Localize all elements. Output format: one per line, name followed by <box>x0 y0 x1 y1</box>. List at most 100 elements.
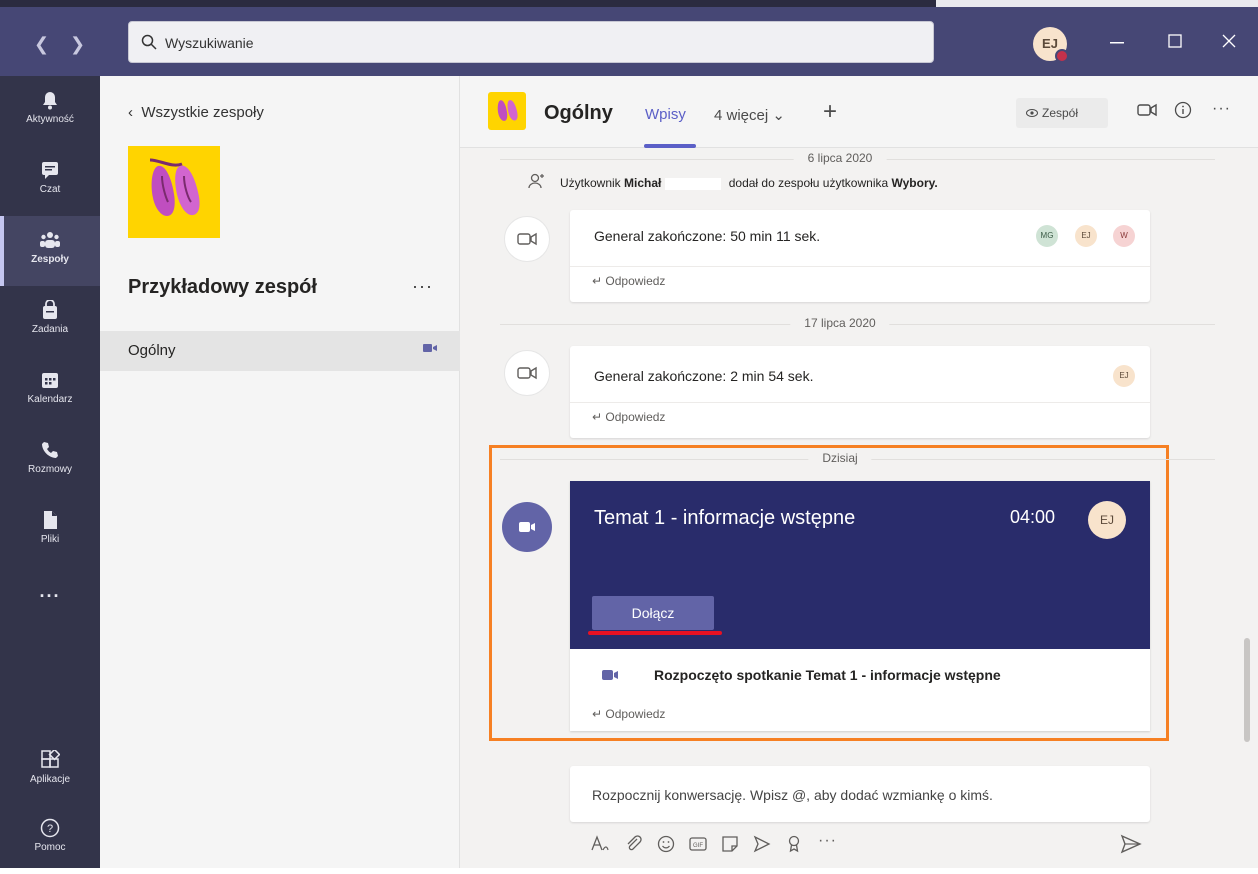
close-icon[interactable] <box>1222 34 1236 48</box>
svg-text:?: ? <box>47 823 53 835</box>
call-card: General zakończone: 2 min 54 sek. EJ ↵ O… <box>570 346 1150 438</box>
meeting-title: Temat 1 - informacje wstępne <box>594 507 856 529</box>
call-icon-circle <box>504 350 550 396</box>
meeting-icon <box>519 522 535 532</box>
meeting-started-text: Rozpoczęto spotkanie Temat 1 - informacj… <box>654 667 1001 683</box>
compose-input[interactable] <box>592 784 1132 806</box>
title-bar-top-line-right <box>936 0 1258 7</box>
gif-icon[interactable]: GIF <box>688 834 708 854</box>
rail-label: Pomoc <box>34 842 66 853</box>
main-area: Ogólny Wpisy 4 więcej ⌄ + Zespół ··· 6 l… <box>460 76 1258 868</box>
system-message-user[interactable]: Michał <box>624 176 661 190</box>
apps-icon <box>41 750 60 768</box>
rail-label: Aplikacje <box>29 774 71 785</box>
meet-now-icon[interactable] <box>752 834 772 854</box>
tab-more-dropdown[interactable]: 4 więcej ⌄ <box>714 106 785 124</box>
rail-item-calls[interactable]: Rozmowy <box>0 426 100 496</box>
info-icon[interactable] <box>1174 101 1192 119</box>
avatar[interactable]: MG <box>1036 225 1058 247</box>
system-message: Użytkownik Michał dodał do zespołu użytk… <box>560 176 938 190</box>
rail-item-assignments[interactable]: Zadania <box>0 286 100 356</box>
app-rail: Aktywność Czat Zespoły Zadania Kalendarz… <box>0 76 100 868</box>
team-more-button[interactable]: ··· <box>412 276 433 297</box>
attach-icon[interactable] <box>624 834 644 854</box>
redacted-area <box>665 177 722 190</box>
system-message-target[interactable]: Wybory. <box>892 176 938 190</box>
rail-label: Rozmowy <box>28 464 72 475</box>
search-input[interactable] <box>165 31 865 55</box>
sticker-icon[interactable] <box>720 834 740 854</box>
meet-now-icon[interactable] <box>1136 100 1158 120</box>
system-message-prefix: Użytkownik <box>560 176 621 190</box>
svg-text:GIF: GIF <box>693 843 703 849</box>
rail-item-files[interactable]: Pliki <box>0 496 100 566</box>
praise-icon[interactable] <box>784 834 804 854</box>
minimize-icon[interactable] <box>1110 42 1124 44</box>
maximize-icon[interactable] <box>1168 34 1182 48</box>
tab-active-indicator <box>644 144 696 148</box>
call-ended-icon <box>517 232 537 246</box>
feed-scrollbar[interactable] <box>1244 638 1250 742</box>
avatar[interactable]: EJ <box>1033 27 1069 63</box>
call-card: General zakończone: 50 min 11 sek. MG EJ… <box>570 210 1150 302</box>
team-button[interactable]: Zespół <box>1016 98 1108 128</box>
channel-more-button[interactable]: ··· <box>1212 100 1231 118</box>
search-box[interactable] <box>128 21 934 63</box>
tab-posts[interactable]: Wpisy <box>645 106 686 123</box>
team-name: Przykładowy zespół <box>128 276 317 298</box>
rail-label: Zespoły <box>31 254 69 265</box>
rail-item-calendar[interactable]: Kalendarz <box>0 356 100 426</box>
meeting-card: Temat 1 - informacje wstępne 04:00 EJ Do… <box>570 481 1150 731</box>
card-divider <box>570 266 1150 267</box>
avatar[interactable]: EJ <box>1113 365 1135 387</box>
eye-icon <box>1026 109 1038 117</box>
assignments-icon <box>43 300 57 319</box>
rail-item-apps[interactable]: Aplikacje <box>0 736 100 806</box>
rail-more-button[interactable]: ... <box>0 581 100 621</box>
reply-label: Odpowiedz <box>605 274 666 288</box>
more-icon: ... <box>39 581 61 601</box>
phone-icon <box>42 442 58 458</box>
join-button[interactable]: Dołącz <box>592 596 714 630</box>
date-label: Dzisiaj <box>808 451 872 465</box>
send-icon[interactable] <box>1120 834 1142 854</box>
add-tab-button[interactable]: + <box>823 98 837 126</box>
forward-arrow-icon[interactable]: ❯ <box>70 34 85 55</box>
date-label: 17 lipca 2020 <box>790 316 890 330</box>
back-arrow-icon[interactable]: ❮ <box>34 34 49 55</box>
chat-icon <box>42 162 58 179</box>
call-ended-icon <box>517 366 537 380</box>
reply-button[interactable]: ↵ Odpowiedz <box>592 707 665 721</box>
reply-button[interactable]: ↵ Odpowiedz <box>592 410 665 424</box>
avatar[interactable]: EJ <box>1088 501 1126 539</box>
rail-label: Czat <box>39 184 61 195</box>
reply-label: Odpowiedz <box>605 410 666 424</box>
bell-icon <box>43 92 57 110</box>
rail-item-chat[interactable]: Czat <box>0 146 100 216</box>
call-icon-circle <box>504 216 550 262</box>
compose-box[interactable] <box>570 766 1150 822</box>
date-separator: Dzisiaj <box>460 450 1220 470</box>
all-teams-link[interactable]: ‹ Wszystkie zespoły <box>128 104 264 121</box>
format-icon[interactable] <box>590 834 610 854</box>
ballet-shoes-icon <box>149 158 200 216</box>
rail-item-teams[interactable]: Zespoły <box>0 216 100 286</box>
avatar[interactable]: W <box>1113 225 1135 247</box>
search-icon <box>141 34 157 50</box>
video-call-icon <box>602 670 618 680</box>
team-logo <box>128 146 220 238</box>
avatar[interactable]: EJ <box>1075 225 1097 247</box>
emoji-icon[interactable] <box>656 834 676 854</box>
reply-button[interactable]: ↵ Odpowiedz <box>592 274 665 288</box>
meeting-banner: Temat 1 - informacje wstępne 04:00 EJ Do… <box>570 481 1150 649</box>
date-label: 6 lipca 2020 <box>793 151 887 165</box>
more-options-icon[interactable]: ··· <box>818 832 837 850</box>
reply-icon: ↵ <box>592 274 606 288</box>
card-divider <box>570 402 1150 403</box>
reply-label: Odpowiedz <box>605 707 666 721</box>
rail-item-activity[interactable]: Aktywność <box>0 76 100 146</box>
channel-item-general[interactable]: Ogólny <box>100 331 460 371</box>
compose-toolbar: GIF ··· <box>590 832 1190 858</box>
rail-label: Pliki <box>40 534 60 545</box>
rail-item-help[interactable]: ? Pomoc <box>0 804 100 874</box>
